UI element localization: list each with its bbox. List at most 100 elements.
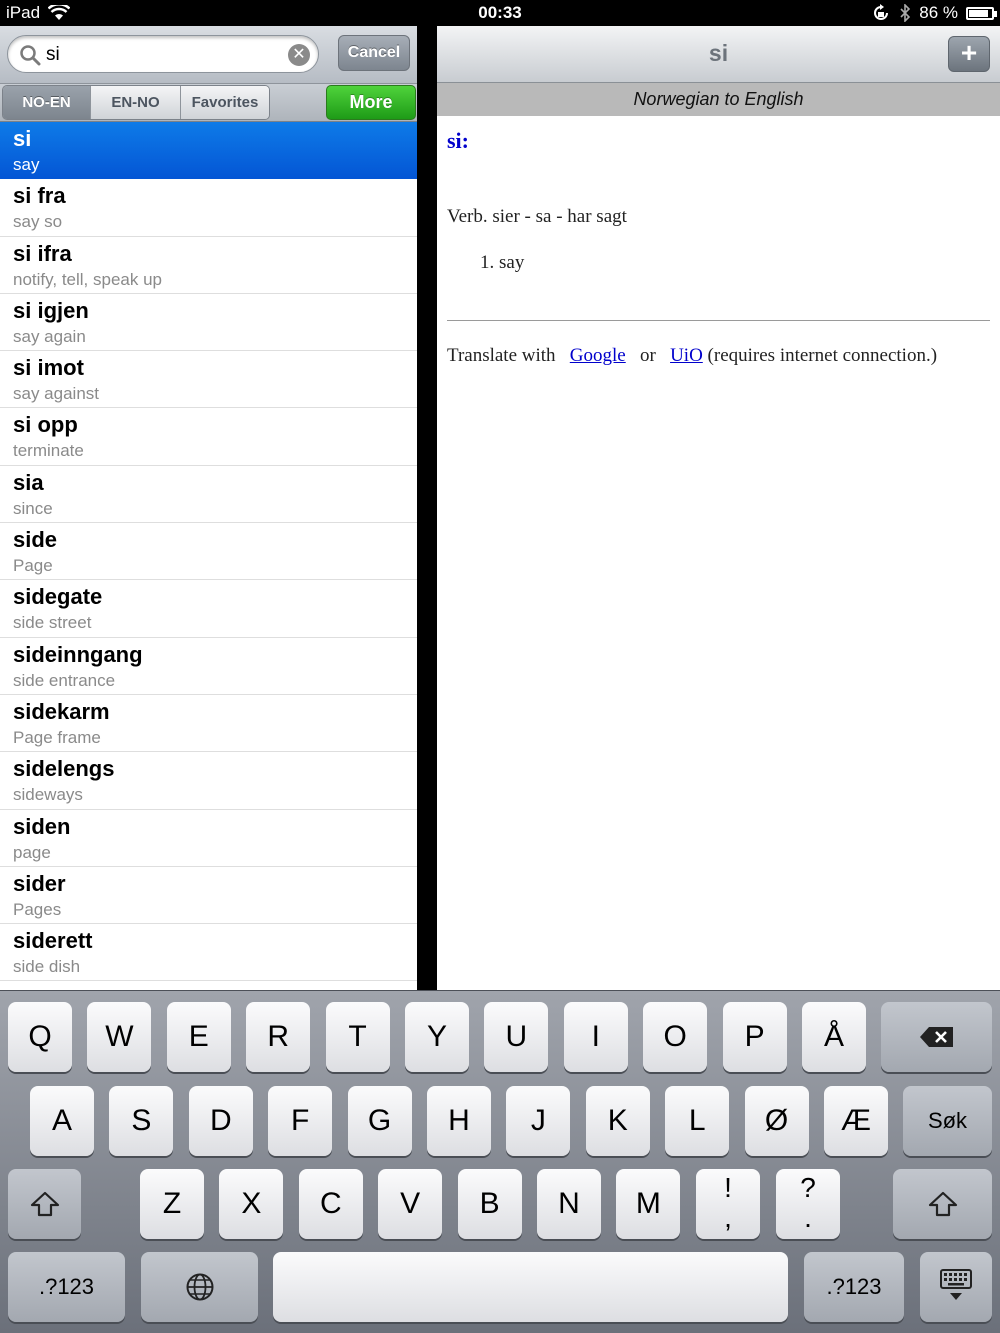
cancel-button[interactable]: Cancel: [338, 35, 410, 71]
list-item-translation: Page frame: [13, 727, 101, 747]
entry-content: si: Verb. sier - sa - har sagt say Trans…: [447, 128, 990, 367]
list-item[interactable]: siden page: [0, 809, 417, 867]
detail-pane: si + Norwegian to English si: Verb. sier…: [437, 26, 1000, 990]
key-h[interactable]: H: [427, 1086, 491, 1156]
key-å[interactable]: Å: [802, 1002, 866, 1072]
key-z[interactable]: Z: [140, 1169, 204, 1239]
segmented-control: NO-EN EN-NO Favorites: [2, 85, 270, 120]
grammar-line: Verb. sier - sa - har sagt: [447, 206, 627, 227]
list-item-word: si igjen: [13, 297, 89, 323]
key-r[interactable]: R: [246, 1002, 311, 1072]
globe-key[interactable]: [141, 1252, 258, 1322]
key-i[interactable]: I: [563, 1002, 628, 1072]
search-input[interactable]: [46, 42, 281, 68]
search-icon: [20, 45, 41, 66]
key-n[interactable]: N: [537, 1169, 601, 1239]
list-item[interactable]: si ifra notify, tell, speak up: [0, 236, 417, 294]
list-item[interactable]: sidekarm Page frame: [0, 694, 417, 753]
key-p[interactable]: P: [722, 1002, 787, 1072]
key-y[interactable]: Y: [405, 1002, 469, 1072]
list-item[interactable]: si igjen say again: [0, 293, 417, 352]
key-o[interactable]: O: [643, 1002, 708, 1072]
more-button[interactable]: More: [326, 85, 416, 120]
hide-keyboard-icon: [940, 1269, 972, 1300]
key-g[interactable]: G: [347, 1086, 412, 1156]
list-item[interactable]: sidegate side street: [0, 580, 417, 638]
list-item[interactable]: siderett side dish: [0, 924, 417, 982]
key-f[interactable]: F: [268, 1086, 333, 1156]
google-link[interactable]: Google: [570, 345, 626, 366]
list-item[interactable]: sidelengs sideways: [0, 752, 417, 810]
key-k[interactable]: K: [585, 1086, 650, 1156]
divider: [447, 320, 990, 321]
results-list: si say si fra say so si ifra notify, tell, sp…: [0, 122, 417, 982]
key-e[interactable]: E: [166, 1002, 231, 1072]
key-x[interactable]: X: [219, 1169, 284, 1239]
backspace-icon: [919, 1027, 953, 1047]
key-s[interactable]: S: [109, 1086, 174, 1156]
uio-link[interactable]: UiO: [670, 345, 703, 366]
add-favorite-button[interactable]: +: [948, 36, 990, 72]
key-question-period[interactable]: ?.: [776, 1169, 840, 1239]
rotation-lock-icon: [874, 4, 889, 20]
list-item-word: si fra: [13, 183, 66, 209]
search-key[interactable]: Søk: [903, 1086, 992, 1156]
key-j[interactable]: J: [506, 1086, 571, 1156]
key-label-top: ?: [800, 1172, 816, 1203]
list-item-word: sidelengs: [13, 756, 115, 782]
key-b[interactable]: B: [457, 1169, 522, 1239]
key-label-bottom: .: [804, 1202, 812, 1233]
list-item-translation: sideways: [13, 785, 83, 805]
translate-line: Translate with Google or UiO (requires i…: [447, 345, 990, 367]
shift-key-right[interactable]: [893, 1169, 992, 1239]
list-item-translation: page: [13, 842, 51, 862]
key-w[interactable]: W: [87, 1002, 152, 1072]
key-v[interactable]: V: [378, 1169, 443, 1239]
backspace-key[interactable]: [881, 1002, 992, 1072]
key-ø[interactable]: Ø: [744, 1086, 809, 1156]
list-item-word: sidegate: [13, 584, 103, 610]
segment-favorites[interactable]: Favorites: [181, 86, 269, 119]
list-item[interactable]: side Page: [0, 523, 417, 581]
shift-icon: [30, 1191, 59, 1217]
battery-icon: [966, 6, 997, 20]
key-u[interactable]: U: [484, 1002, 549, 1072]
status-bar: iPad 00:33 86 %: [0, 0, 1000, 26]
hide-keyboard-key[interactable]: [920, 1252, 992, 1322]
list-item[interactable]: sideinngang side entrance: [0, 637, 417, 695]
segment-en-no[interactable]: EN-NO: [91, 86, 181, 119]
list-item[interactable]: si say: [0, 122, 417, 180]
search-field[interactable]: ✕: [7, 35, 319, 73]
translate-or: or: [639, 345, 656, 366]
list-item[interactable]: sia since: [0, 465, 417, 524]
clear-icon[interactable]: ✕: [288, 44, 310, 66]
key-m[interactable]: M: [616, 1169, 681, 1239]
key-q[interactable]: Q: [8, 1002, 72, 1072]
key-æ[interactable]: Æ: [824, 1086, 888, 1156]
dictionary-selector: NO-EN EN-NO Favorites More: [0, 84, 417, 122]
shift-key-left[interactable]: [8, 1169, 81, 1239]
list-item[interactable]: si imot say against: [0, 351, 417, 409]
globe-icon: [186, 1273, 213, 1301]
key-t[interactable]: T: [325, 1002, 390, 1072]
list-item[interactable]: sider Pages: [0, 866, 417, 925]
key-c[interactable]: C: [298, 1169, 363, 1239]
search-bar: ✕ Cancel: [0, 26, 417, 84]
space-key[interactable]: [273, 1252, 788, 1322]
direction-header: Norwegian to English: [437, 83, 1000, 116]
segment-no-en[interactable]: NO-EN: [3, 86, 91, 119]
list-item[interactable]: si opp terminate: [0, 408, 417, 466]
sense-item: say: [499, 252, 990, 274]
key-l[interactable]: L: [665, 1086, 730, 1156]
key-exclamation-comma[interactable]: !,: [696, 1169, 760, 1239]
key-label-bottom: ,: [724, 1202, 732, 1233]
list-item[interactable]: si fra say so: [0, 179, 417, 237]
list-item-translation: Page: [13, 556, 53, 576]
key-label-top: !: [724, 1172, 732, 1203]
numbers-key-left[interactable]: .?123: [8, 1252, 125, 1322]
bluetooth-icon: [900, 4, 911, 22]
list-item-translation: since: [13, 498, 53, 518]
numbers-key-right[interactable]: .?123: [804, 1252, 904, 1322]
key-d[interactable]: D: [188, 1086, 253, 1156]
key-a[interactable]: A: [30, 1086, 94, 1156]
